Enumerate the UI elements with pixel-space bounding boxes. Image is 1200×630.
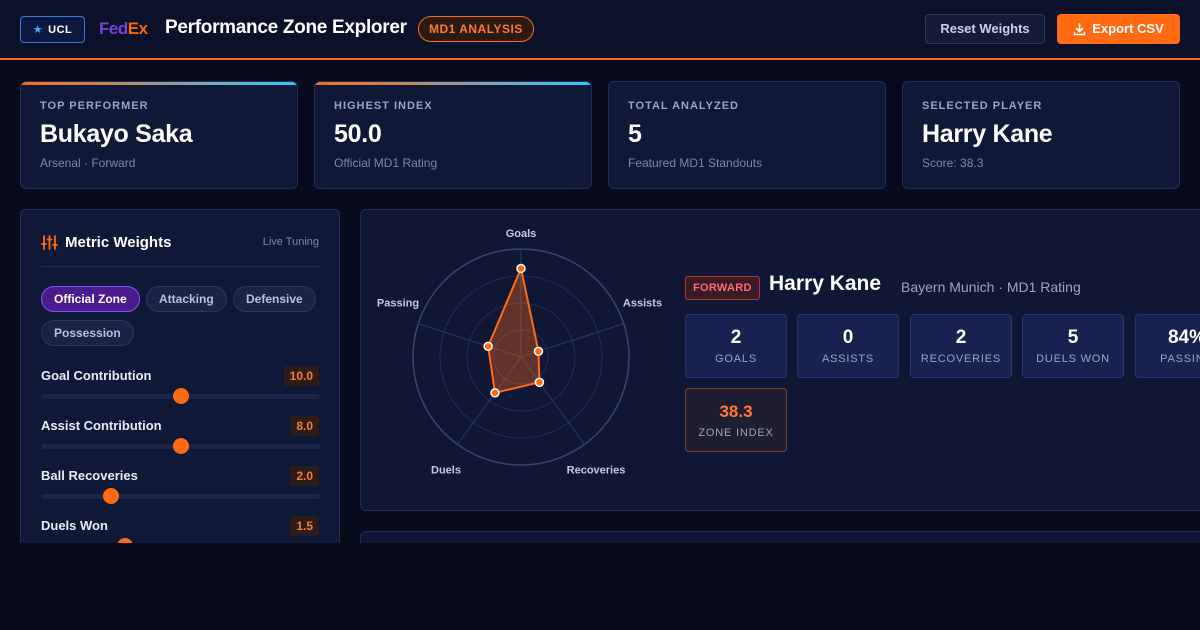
player-meta: Bayern Munich · MD1 Rating [901, 279, 1081, 295]
stat-card-top-performer: TOP PERFORMER Bukayo Saka Arsenal · Forw… [20, 81, 298, 189]
metric-value-assist-contribution: 8.0 [290, 416, 319, 436]
metric-value-ball-recoveries: 2.0 [290, 466, 319, 486]
divider [41, 266, 320, 267]
zone-index-box: 38.3 ZONE INDEX [685, 388, 787, 452]
fedex-logo: FedEx [99, 19, 148, 38]
stat-box-passing: 84% PASSING [1135, 314, 1200, 378]
slider-ball-recoveries[interactable] [41, 488, 320, 504]
metric-value-goal-contribution: 10.0 [283, 366, 319, 386]
slider-assist-contribution[interactable] [41, 438, 320, 454]
stat-box-label: ASSISTS [821, 353, 875, 365]
stat-value: 5 [628, 120, 642, 148]
player-name: Harry Kane [769, 272, 882, 295]
slider-thumb[interactable] [172, 388, 189, 404]
slider-goal-contribution[interactable] [41, 388, 320, 404]
stat-box-value: 84% [1167, 327, 1200, 348]
zone-index-label: ZONE INDEX [698, 427, 774, 439]
ucl-label: UCL [48, 23, 73, 36]
stat-box-goals: 2 GOALS [685, 314, 787, 378]
stat-box-duels-won: 5 DUELS WON [1022, 314, 1124, 378]
weights-title-label: Metric Weights [65, 234, 172, 251]
stat-sub: Official MD1 Rating [334, 156, 438, 170]
export-csv-label: Export CSV [1092, 21, 1164, 36]
stat-card-total-analyzed: TOTAL ANALYZED 5 Featured MD1 Standouts [608, 81, 886, 189]
live-tuning-tag: Live Tuning [262, 236, 319, 248]
stat-box-value: 2 [955, 327, 967, 348]
stat-box-value: 2 [730, 327, 742, 348]
slider-thumb[interactable] [102, 488, 119, 504]
star-icon: ★ [32, 24, 44, 36]
reset-weights-button[interactable]: Reset Weights [925, 14, 1045, 44]
slider-thumb[interactable] [172, 438, 189, 454]
preset-defensive[interactable]: Defensive [233, 286, 316, 312]
stat-card-highest-index: HIGHEST INDEX 50.0 Official MD1 Rating [314, 81, 592, 189]
metric-value-duels-won: 1.5 [290, 516, 319, 536]
sliders-icon [41, 235, 58, 250]
metric-label-goal-contribution: Goal Contribution [41, 368, 152, 383]
zone-index-value: 38.3 [719, 402, 753, 421]
stat-label: TOP PERFORMER [40, 100, 149, 112]
download-icon [1073, 22, 1086, 35]
stat-box-label: GOALS [715, 353, 757, 365]
card-accent-bar [315, 82, 591, 85]
position-badge: FORWARD [685, 276, 760, 300]
metric-label-ball-recoveries: Ball Recoveries [41, 468, 138, 483]
export-csv-button[interactable]: Export CSV [1057, 14, 1180, 44]
card-accent-bar [21, 82, 297, 85]
stat-box-label: RECOVERIES [920, 353, 1002, 365]
stat-label: TOTAL ANALYZED [628, 100, 739, 112]
preset-official-zone[interactable]: Official Zone [41, 286, 140, 312]
stat-box-value: 0 [842, 327, 854, 348]
stat-value: Harry Kane [922, 120, 1053, 148]
stat-sub: Featured MD1 Standouts [628, 156, 763, 170]
page-footer-area [0, 543, 1200, 630]
stat-sub: Score: 38.3 [922, 156, 984, 170]
stat-box-value: 5 [1067, 327, 1079, 348]
stat-label: HIGHEST INDEX [334, 100, 433, 112]
stat-value: Bukayo Saka [40, 120, 193, 148]
metric-weights-panel: Metric Weights Live Tuning Official Zone… [20, 209, 340, 549]
preset-possession[interactable]: Possession [41, 320, 134, 346]
stat-box-recoveries: 2 RECOVERIES [910, 314, 1012, 378]
metric-label-assist-contribution: Assist Contribution [41, 418, 162, 433]
md1-analysis-badge: MD1 ANALYSIS [418, 16, 534, 42]
stat-value: 50.0 [334, 120, 382, 148]
ucl-logo: ★ UCL [20, 16, 85, 43]
stat-box-label: DUELS WON [1036, 353, 1110, 365]
stat-label: SELECTED PLAYER [922, 100, 1043, 112]
stat-box-label: PASSING [1160, 353, 1200, 365]
metric-label-duels-won: Duels Won [41, 518, 108, 533]
preset-attacking[interactable]: Attacking [146, 286, 227, 312]
stat-card-selected-player: SELECTED PLAYER Harry Kane Score: 38.3 [902, 81, 1180, 189]
app-title: Performance Zone Explorer [165, 17, 407, 38]
top-header: ★ UCL FedEx Performance Zone Explorer MD… [0, 0, 1200, 60]
stat-box-assists: 0 ASSISTS [797, 314, 899, 378]
weights-title: Metric Weights [41, 234, 171, 251]
stat-sub: Arsenal · Forward [40, 156, 136, 170]
